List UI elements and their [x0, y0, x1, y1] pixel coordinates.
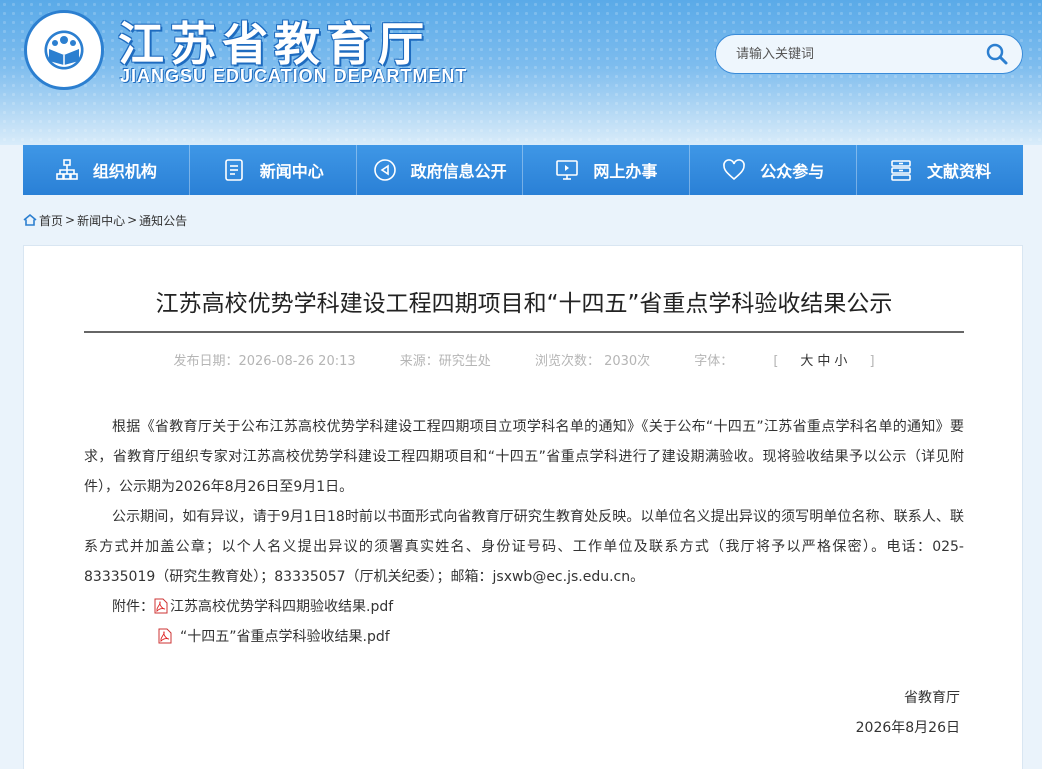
- compass-icon: [373, 159, 396, 181]
- article-body: 根据《省教育厅关于公布江苏高校优势学科建设工程四期项目立项学科名单的通知》《关于…: [84, 412, 964, 592]
- breadcrumb: 首页 > 新闻中心 > 通知公告: [23, 211, 187, 229]
- nav-item-participation[interactable]: 公众参与: [690, 145, 858, 195]
- document-icon: [224, 159, 243, 181]
- attachment-row: “十四五”省重点学科验收结果.pdf: [158, 626, 390, 646]
- nav-label: 新闻中心: [259, 162, 324, 181]
- breadcrumb-news[interactable]: 新闻中心: [77, 212, 125, 229]
- nav-label: 网上办事: [593, 162, 658, 181]
- paragraph: 公示期间，如有异议，请于9月1日18时前以书面形式向省教育厅研究生教育处反映。以…: [84, 509, 964, 585]
- search-box: [715, 34, 1023, 74]
- site-subtitle: JIANGSU EDUCATION DEPARTMENT: [120, 66, 468, 86]
- home-icon: [23, 213, 37, 226]
- article-source: 来源：研究生处: [399, 354, 491, 369]
- font-size-label: 字体：: [694, 354, 734, 369]
- book-people-icon: [49, 36, 79, 65]
- nav-item-online-service[interactable]: 网上办事: [523, 145, 691, 195]
- nav-label: 组织机构: [92, 162, 157, 181]
- main-nav: 组织机构 新闻中心 政府信息公开 网上办事 公众参与 文献资料: [23, 145, 1023, 195]
- paragraph: 根据《省教育厅关于公布江苏高校优势学科建设工程四期项目立项学科名单的通知》《关于…: [84, 419, 964, 495]
- search-icon: [986, 43, 1008, 65]
- breadcrumb-notice[interactable]: 通知公告: [139, 212, 187, 229]
- pdf-icon: [154, 598, 168, 614]
- pdf-icon: [158, 628, 172, 644]
- attachment-label: 附件：: [112, 599, 154, 615]
- nav-label: 文献资料: [927, 162, 992, 181]
- nav-item-gov-info[interactable]: 政府信息公开: [357, 145, 524, 195]
- font-size-medium[interactable]: 中: [817, 354, 830, 369]
- site-header: 江苏省教育厅 JIANGSU EDUCATION DEPARTMENT: [0, 0, 1042, 145]
- search-input[interactable]: [736, 35, 976, 73]
- breadcrumb-separator: >: [127, 213, 138, 227]
- publish-date: 发布日期：2026-08-26 20:13: [173, 354, 356, 369]
- article-meta: 发布日期：2026-08-26 20:13 来源：研究生处 浏览次数： 2030…: [84, 350, 964, 369]
- breadcrumb-separator: >: [65, 213, 76, 227]
- attachment-row: 附件： 江苏高校优势学科四期验收结果.pdf: [112, 596, 393, 616]
- logo-emblem-icon[interactable]: [24, 10, 104, 90]
- search-button[interactable]: [982, 39, 1012, 69]
- title-divider: [84, 331, 964, 333]
- archive-icon: [891, 160, 911, 181]
- attachment-link-1[interactable]: 江苏高校优势学科四期验收结果.pdf: [170, 596, 393, 616]
- article-title: 江苏高校优势学科建设工程四期项目和“十四五”省重点学科验收结果公示: [155, 291, 893, 317]
- nav-label: 政府信息公开: [410, 162, 507, 181]
- font-size-control: 字体： [ 大中小]: [674, 354, 894, 369]
- signature: 省教育厅: [904, 690, 960, 706]
- view-count: 浏览次数： 2030次: [534, 354, 651, 369]
- breadcrumb-home[interactable]: 首页: [39, 212, 63, 229]
- nav-item-literature[interactable]: 文献资料: [857, 145, 1023, 195]
- nav-label: 公众参与: [760, 162, 825, 181]
- font-size-large[interactable]: 大: [800, 354, 813, 369]
- org-chart-icon: [56, 159, 78, 180]
- font-bracket-open: [: [773, 354, 779, 369]
- font-bracket-close: ]: [869, 354, 875, 369]
- site-title[interactable]: 江苏省教育厅: [118, 8, 430, 74]
- nav-item-org[interactable]: 组织机构: [23, 145, 190, 195]
- nav-item-news[interactable]: 新闻中心: [190, 145, 357, 195]
- monitor-icon: [556, 160, 579, 180]
- font-size-small[interactable]: 小: [834, 354, 847, 369]
- article-panel: 江苏高校优势学科建设工程四期项目和“十四五”省重点学科验收结果公示 发布日期：2…: [23, 245, 1023, 769]
- attachment-link-2[interactable]: “十四五”省重点学科验收结果.pdf: [180, 626, 390, 646]
- heart-icon: [723, 159, 746, 181]
- sign-date: 2026年8月26日: [855, 720, 960, 736]
